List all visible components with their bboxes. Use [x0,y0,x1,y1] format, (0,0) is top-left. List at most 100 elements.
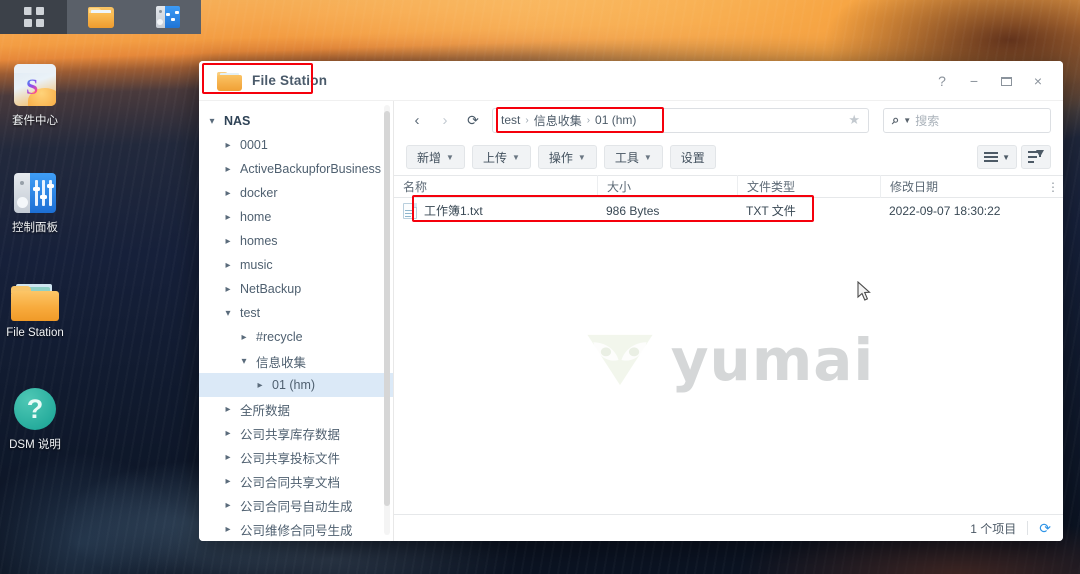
sidebar-item-9[interactable]: #recycle [199,325,393,349]
forward-button[interactable]: › [434,108,456,132]
sidebar-item-4[interactable]: home [199,205,393,229]
sort-button[interactable] [1021,145,1051,169]
sidebar-item-0[interactable]: NAS [199,109,393,133]
taskbar-control-panel-button[interactable] [134,0,201,34]
sidebar-item-14[interactable]: 公司共享投标文件 [199,445,393,469]
sidebar-item-10[interactable]: 信息收集 [199,349,393,373]
column-header-name[interactable]: 名称 [394,175,597,198]
sidebar-item-label: #recycle [256,330,303,344]
chevron-right-icon[interactable] [253,380,267,391]
sidebar-item-15[interactable]: 公司合同共享文档 [199,469,393,493]
maximize-button[interactable] [991,66,1021,96]
breadcrumb-wrapper: test › 信息收集 › 01 (hm) ★ [492,107,869,133]
chevron-down-icon[interactable]: ▼ [903,116,911,125]
sidebar-item-1[interactable]: 0001 [199,133,393,157]
star-icon[interactable]: ★ [848,112,860,128]
chevron-right-icon[interactable] [221,236,235,247]
text-file-icon [403,202,417,219]
table-row[interactable]: 工作簿1.txt 986 Bytes TXT 文件 2022-09-07 18:30:… [394,198,1063,223]
chevron-right-icon[interactable] [221,188,235,199]
help-button[interactable]: ? [927,66,957,96]
breadcrumb-item-2[interactable]: 01 (hm) [595,113,636,127]
item-count: 1 个项目 [970,521,1017,536]
window-titlebar[interactable]: File Station ? − × [199,61,1063,101]
file-list-body[interactable]: yumai 工作簿1.txt 986 Bytes TXT 文件 2022-09-07 … [394,198,1063,514]
breadcrumb-separator: › [525,114,529,126]
back-button[interactable]: ‹ [406,108,428,132]
chevron-right-icon[interactable] [221,476,235,487]
status-divider [1027,521,1029,535]
column-header-type[interactable]: 文件类型 [737,175,880,198]
sidebar-item-label: home [240,210,272,224]
sidebar-scrollbar-thumb[interactable] [384,111,390,506]
chevron-right-icon[interactable] [221,164,235,175]
taskbar-file-station-button[interactable] [67,0,134,34]
search-input[interactable]: ⌕ ▼ 搜索 [883,107,1051,133]
chevron-right-icon[interactable] [221,404,235,415]
sidebar-item-16[interactable]: 公司合同号自动生成 [199,493,393,517]
chevron-right-icon[interactable] [221,140,235,151]
sidebar-item-13[interactable]: 公司共享库存数据 [199,421,393,445]
sidebar-item-11[interactable]: 01 (hm) [199,373,393,397]
close-button[interactable]: × [1023,66,1053,96]
sidebar-item-label: 全所数据 [240,403,291,418]
breadcrumb[interactable]: test › 信息收集 › 01 (hm) ★ [492,107,869,133]
desktop-icon-package-center[interactable]: S 套件中心 [4,64,66,128]
chevron-right-icon[interactable] [221,452,235,463]
list-view-button[interactable]: ▼ [977,145,1017,169]
file-modified: 2022-09-07 18:30:22 [889,203,1001,218]
sidebar-item-label: 01 (hm) [272,378,316,392]
refresh-icon[interactable]: ⟳ [1039,520,1051,537]
sidebar-item-12[interactable]: 全所数据 [199,397,393,421]
folder-icon [217,71,242,91]
window-controls: ? − × [927,61,1053,101]
chevron-down-icon[interactable]: ▼ [1002,153,1010,162]
chevron-down-icon[interactable] [237,356,251,367]
upload-button[interactable]: 上传 ▼ [471,145,531,169]
taskbar-main-menu-button[interactable] [0,0,67,34]
sidebar-item-label: NAS [224,114,251,128]
sidebar-item-5[interactable]: homes [199,229,393,253]
sidebar-item-8[interactable]: test [199,301,393,325]
settings-button[interactable]: 设置 [669,145,716,169]
desktop-icon-control-panel[interactable]: 控制面板 [4,173,66,235]
chevron-right-icon[interactable] [221,284,235,295]
chevron-right-icon[interactable] [237,332,251,343]
desktop-icon-label: DSM 说明 [9,439,61,451]
desktop-icon-file-station[interactable]: File Station [4,283,66,339]
refresh-button[interactable]: ⟳ [462,108,484,132]
column-header-size[interactable]: 大小 [597,175,737,198]
chevron-right-icon[interactable] [221,428,235,439]
sidebar-item-6[interactable]: music [199,253,393,277]
column-header-modified[interactable]: 修改日期 [880,175,1043,198]
chevron-down-icon: ▼ [643,152,652,162]
action-button[interactable]: 操作 ▼ [537,145,597,169]
chevron-down-icon[interactable] [221,308,235,319]
chevron-right-icon[interactable] [221,212,235,223]
desktop-icon-dsm-help[interactable]: ? DSM 说明 [4,388,66,452]
sidebar-item-2[interactable]: ActiveBackupforBusiness [199,157,393,181]
cell-size: 986 Bytes [597,198,737,223]
minimize-button[interactable]: − [959,66,989,96]
breadcrumb-item-1[interactable]: 信息收集 [534,112,582,129]
sidebar-item-label: 公司合同号自动生成 [240,499,353,514]
chevron-down-icon[interactable] [205,116,219,127]
chevron-right-icon[interactable] [221,500,235,511]
sidebar-item-label: test [240,306,261,320]
sidebar-item-3[interactable]: docker [199,181,393,205]
new-button[interactable]: 新增 ▼ [406,145,465,169]
sidebar-item-17[interactable]: 公司维修合同号生成 [199,517,393,541]
sidebar-tree[interactable]: NAS 0001 ActiveBackupforBusiness docker home… [199,101,394,541]
sidebar-item-label: 公司共享投标文件 [240,451,341,466]
chevron-right-icon[interactable] [221,524,235,535]
breadcrumb-item-0[interactable]: test [501,113,520,127]
sidebar-item-7[interactable]: NetBackup [199,277,393,301]
tools-button[interactable]: 工具 ▼ [603,145,663,169]
sidebar-item-label: music [240,258,273,272]
folder-icon [87,6,114,28]
column-options-icon[interactable]: ⋮ [1043,180,1063,194]
file-list-header: 名称 大小 文件类型 修改日期 ⋮ [394,175,1063,198]
file-size: 986 Bytes [606,203,660,218]
new-button-label: 新增 [417,150,442,165]
chevron-right-icon[interactable] [221,260,235,271]
